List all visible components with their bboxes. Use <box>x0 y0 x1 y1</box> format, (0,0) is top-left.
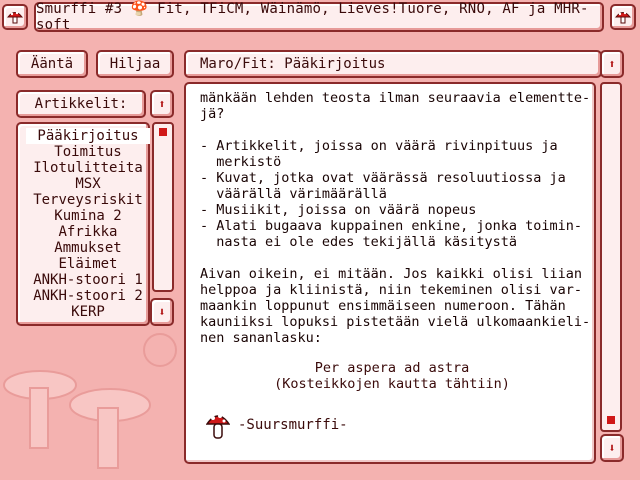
article-content: mänkään lehden teosta ilman seuraavia el… <box>184 82 596 464</box>
article-list-item[interactable]: KERP <box>26 304 150 320</box>
articles-label: Artikkelit: <box>16 90 146 118</box>
article-line: - Alati bugaava kuppainen enkine, jonka … <box>200 218 583 234</box>
rules-button[interactable]: Ääntä <box>16 50 88 78</box>
quiet-button[interactable]: Hiljaa <box>96 50 174 78</box>
mushroom-icon <box>206 414 230 439</box>
content-scrollbar[interactable] <box>600 82 622 432</box>
proverb-text: Per aspera ad astra <box>314 360 470 376</box>
content-scroll-down-button[interactable]: ⬇ <box>600 434 624 462</box>
article-line: väärällä värimäärällä <box>200 186 387 202</box>
article-list-item[interactable]: Eläimet <box>26 256 150 272</box>
article-line: - Kuvat, jotka ovat väärässä resoluutios… <box>200 170 566 186</box>
article-line: merkistö <box>200 154 282 170</box>
content-scroll-up-button[interactable]: ⬆ <box>600 50 624 78</box>
arrow-down-icon: ⬇ <box>158 305 166 319</box>
article-line: Aivan oikein, ei mitään. Jos kaikki olis… <box>200 266 583 282</box>
article-list-item[interactable]: Toimitus <box>26 144 150 160</box>
articles-scroll-thumb[interactable] <box>159 128 167 136</box>
article-line: helppoa ja kliinistä, niin tekeminen oli… <box>200 282 583 298</box>
arrow-up-icon: ⬆ <box>608 57 616 71</box>
window-title: Smurffi #3 🍄 Fit, TFiCM, Wäinämö, Lieves… <box>34 1 604 33</box>
proverb-translation: (Kosteikkojen kautta tähtiin) <box>274 376 510 392</box>
article-line: - Artikkelit, joissa on väärä rivinpituu… <box>200 138 558 154</box>
article-list-item[interactable]: ANKH-stoori 2 <box>26 288 150 304</box>
article-list-item[interactable]: ANKH-stoori 1 <box>26 272 150 288</box>
articles-scroll-down-button[interactable]: ⬇ <box>150 298 174 326</box>
article-line: kauniiksi lopuksi pistetään vielä ulkoma… <box>200 314 591 330</box>
articles-scrollbar[interactable] <box>152 122 174 292</box>
signature-text: -Suursmurffi- <box>238 417 348 433</box>
article-line: mänkään lehden teosta ilman seuraavia el… <box>200 90 591 106</box>
article-list-item[interactable]: Pääkirjoitus <box>26 128 150 144</box>
menu-mushroom-button-right[interactable] <box>610 4 636 30</box>
articles-scroll-up-button[interactable]: ⬆ <box>150 90 174 118</box>
article-list-item[interactable]: Terveysriskit <box>26 192 150 208</box>
arrow-up-icon: ⬆ <box>158 97 166 111</box>
article-list-item[interactable]: MSX <box>26 176 150 192</box>
article-list-item[interactable]: Afrikka <box>26 224 150 240</box>
article-line: jä? <box>200 106 225 122</box>
signature: -Suursmurffi- <box>206 410 348 440</box>
article-list-item[interactable]: Ilotulitteita <box>26 160 150 176</box>
article-line: nasta ei ole edes tekijällä käsitystä <box>200 234 517 250</box>
article-line <box>200 250 584 266</box>
article-line: maankin loppunut ensimmäiseen numeroon. … <box>200 298 566 314</box>
article-list: Pääkirjoitus Toimitus Ilotulitteita MSX Terv… <box>16 122 150 326</box>
article-text: mänkään lehden teosta ilman seuraavia el… <box>200 90 591 362</box>
article-list-item[interactable]: Kumina 2 <box>26 208 150 224</box>
mushroom-icon <box>7 11 23 24</box>
article-line <box>200 122 584 138</box>
arrow-down-icon: ⬇ <box>608 441 616 455</box>
menu-mushroom-button-left[interactable] <box>2 4 28 30</box>
article-line: nen sananlasku: <box>200 330 322 346</box>
article-header: Maro/Fit: Pääkirjoitus <box>184 50 602 78</box>
article-line: - Musiikit, joissa on väärä nopeus <box>200 202 477 218</box>
content-scroll-thumb[interactable] <box>607 416 615 424</box>
article-list-item[interactable]: Ammukset <box>26 240 150 256</box>
mushroom-icon <box>615 11 631 24</box>
